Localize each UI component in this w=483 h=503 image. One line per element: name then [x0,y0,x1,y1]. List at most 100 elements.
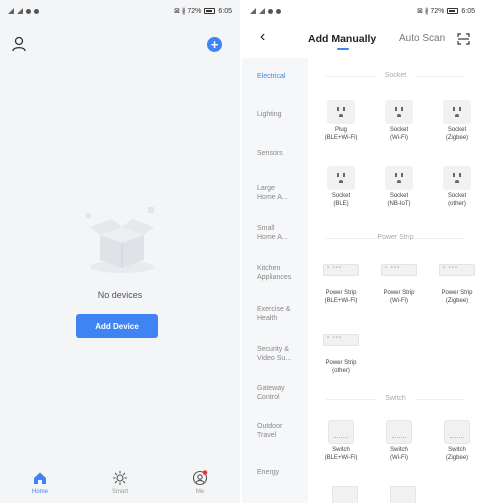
category-large-home-appliances[interactable]: Large Home A... [242,185,308,202]
device-label: Plug (BLE+Wi-Fi) [324,127,358,141]
tab-smart[interactable]: Smart [80,466,160,503]
device-switch-zigbee[interactable]: Switch (Zigbee) [428,420,483,462]
category-label: Electrical [257,73,286,80]
device-label: Socket (NB-IoT) [387,193,411,207]
device-strip-wifi[interactable]: Power Strip (Wi-Fi) [370,258,428,305]
status-bar: ⊠ ∦ 72% 6:05 [0,0,240,22]
signal-icon [8,8,14,14]
category-label: Outdoor Travel [257,423,283,439]
device-label: Switch (Zigbee) [445,447,469,461]
sun-icon [113,471,127,485]
section-title-switch: Switch [318,395,473,402]
battery-icon [447,8,459,14]
category-label: Sensors [257,150,283,157]
category-label: Kitchen Appliances [257,265,292,281]
power-strip-icon [323,264,359,276]
category-exercise-health[interactable]: Exercise & Health [242,306,308,323]
tab-auto-scan[interactable]: Auto Scan [399,33,445,44]
status-icons [250,8,281,14]
notification-icon [268,8,273,14]
power-strip-icon [323,334,359,346]
category-sensors[interactable]: Sensors [242,150,308,159]
switch-icon[interactable] [332,486,358,503]
device-strip-ble-wifi[interactable]: Power Strip (BLE+Wi-Fi) [312,258,370,305]
user-icon[interactable] [12,36,26,52]
battery-percent: ⊠ ∦ 72% [417,8,445,15]
category-label: Energy [257,469,280,476]
battery-percent: ⊠ ∦ 72% [174,8,202,15]
device-switch-wifi[interactable]: Switch (Wi-Fi) [370,420,428,462]
category-gateway-control[interactable]: Gateway Control [242,385,308,402]
switch-icon [444,420,470,444]
device-label: Power Strip (other) [325,360,357,374]
category-lighting[interactable]: Lighting [242,111,308,120]
socket-icon [327,166,355,190]
tab-label: Smart [111,489,128,495]
category-electrical[interactable]: Electrical [242,73,308,82]
category-kitchen-appliances[interactable]: Kitchen Appliances [242,265,308,282]
status-right: ⊠ ∦ 72% 6:05 [417,7,475,16]
device-socket-zigbee[interactable]: Socket (Zigbee) [428,100,483,142]
category-label: Small Home A... [257,225,288,241]
device-socket-other[interactable]: Socket (other) [428,166,483,208]
add-device-button[interactable]: Add Device [76,314,158,338]
tab-me[interactable]: Me [160,466,240,503]
tab-add-manually[interactable]: Add Manually [308,33,376,45]
signal-icon [259,8,265,14]
power-strip-icon [439,264,475,276]
category-label: Security & Video Su... [257,346,292,362]
notification-icon [34,8,39,14]
notification-icon [276,8,281,14]
status-bar: ⊠ ∦ 72% 6:05 [242,0,483,22]
device-strip-zigbee[interactable]: Power Strip (Zigbee) [428,258,483,305]
category-label: Exercise & Health [257,306,291,322]
category-small-home-appliances[interactable]: Small Home A... [242,225,308,242]
device-label: Power Strip (Zigbee) [441,290,473,304]
switch-icon[interactable] [390,486,416,503]
device-label: Switch (BLE+Wi-Fi) [324,447,358,461]
clock: 6:05 [461,7,475,15]
category-label: Large Home A... [257,185,288,201]
socket-icon [385,100,413,124]
device-label: Power Strip (Wi-Fi) [383,290,415,304]
signal-icon [17,8,23,14]
category-outdoor-travel[interactable]: Outdoor Travel [242,423,308,440]
socket-icon [327,100,355,124]
category-energy[interactable]: Energy [242,469,308,478]
device-socket-wifi[interactable]: Socket (Wi-Fi) [370,100,428,142]
device-label: Power Strip (BLE+Wi-Fi) [324,290,358,304]
category-sidebar: Electrical Lighting Sensors Large Home A… [242,58,308,503]
scan-icon[interactable] [457,33,470,45]
socket-icon [443,100,471,124]
top-nav: ‹ Add Manually Auto Scan [242,26,483,54]
section-title-socket: Socket [318,72,473,79]
tab-home[interactable]: Home [0,466,80,503]
bottom-tab-bar: Home Smart Me [0,466,240,503]
home-icon [34,472,46,484]
switch-icon [386,420,412,444]
back-icon[interactable]: ‹ [260,28,265,46]
category-security-video[interactable]: Security & Video Su... [242,346,308,363]
device-strip-other[interactable]: Power Strip (other) [312,328,370,375]
device-switch-ble-wifi[interactable]: Switch (BLE+Wi-Fi) [312,420,370,462]
device-socket-ble[interactable]: Socket (BLE) [312,166,370,208]
category-label: Lighting [257,111,282,118]
empty-state-text: No devices [97,290,143,300]
signal-icon [250,8,256,14]
clock: 6:05 [218,7,232,15]
empty-box-illustration [86,207,154,273]
category-label: Gateway Control [257,385,285,401]
device-label: Socket (other) [447,193,467,207]
device-label: Socket (Wi-Fi) [389,127,409,141]
device-socket-nbiot[interactable]: Socket (NB-IoT) [370,166,428,208]
section-title-power-strip: Power Strip [318,234,473,241]
add-device-screen: ⊠ ∦ 72% 6:05 ‹ Add Manually Auto Scan El… [242,0,483,503]
status-icons [8,8,39,14]
add-device-icon[interactable]: + [207,37,222,52]
notification-icon [26,8,31,14]
device-plug-ble-wifi[interactable]: Plug (BLE+Wi-Fi) [312,100,370,142]
tab-label: Me [195,489,205,495]
device-label: Switch (Wi-Fi) [390,447,408,461]
socket-icon [385,166,413,190]
home-screen: ⊠ ∦ 72% 6:05 + No devices Add Device Hom… [0,0,240,503]
